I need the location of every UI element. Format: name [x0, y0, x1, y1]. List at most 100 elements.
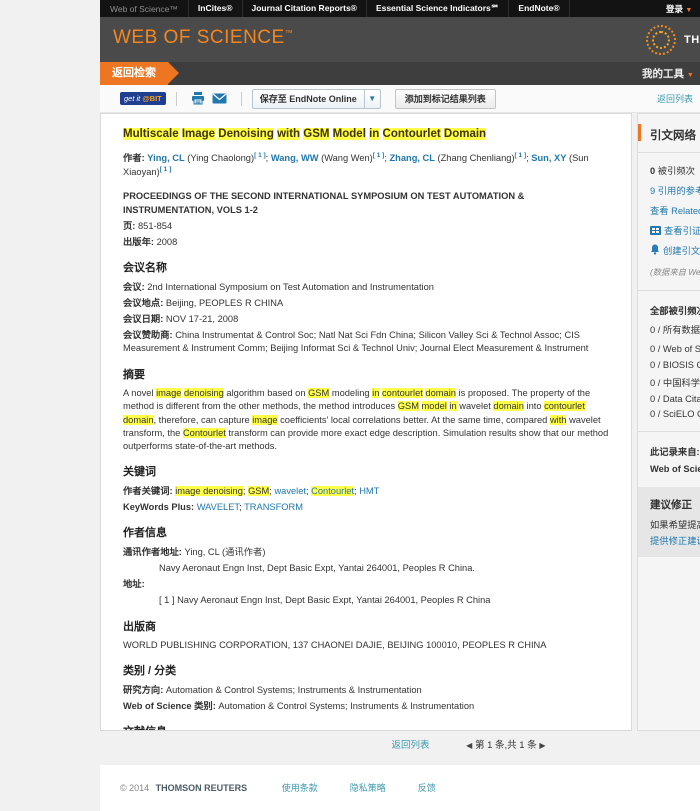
next-record-icon[interactable]: ▶: [539, 741, 545, 750]
field-row: 通讯作者地址: Ying, CL (通讯作者): [123, 546, 611, 559]
highlighted-term: in: [449, 401, 457, 412]
printer-icon: [191, 92, 204, 105]
back-to-list-link-bottom[interactable]: 返回列表: [391, 740, 429, 751]
section-heading-conference: 会议名称: [123, 262, 167, 275]
highlighted-word: with: [277, 128, 301, 140]
record-position: 第 1 条,共 1 条: [474, 740, 537, 751]
field-row: 出版年: 2008: [123, 236, 611, 249]
highlighted-term: GSM: [397, 401, 419, 412]
topbar-tab[interactable]: InCites®: [187, 0, 242, 17]
getit-bit-badge[interactable]: get it @BIT: [120, 92, 166, 105]
source-title: PROCEEDINGS OF THE SECOND INTERNATIONAL …: [123, 191, 525, 215]
citation-network-sidebar: 引文网络 0 被引频次 9 引用的参考文献 查看 Related Records…: [637, 113, 700, 731]
field-row: 会议日期: NOV 17-21, 2008: [123, 313, 611, 326]
field-label: 会议日期:: [123, 314, 164, 325]
chevron-down-icon[interactable]: ▼: [363, 89, 380, 108]
print-button[interactable]: [190, 91, 206, 107]
trademark-symbol: ™: [284, 28, 294, 38]
authors-label: 作者:: [123, 152, 145, 163]
login-menu[interactable]: 登录 ▼: [666, 3, 692, 15]
times-cited-value: 0: [650, 166, 656, 176]
suggest-correction-title: 建议修正: [650, 499, 692, 511]
author-link[interactable]: Zhang, CL: [390, 153, 435, 163]
field-label: 研究方向:: [123, 684, 164, 695]
highlighted-word: Denoising: [218, 128, 274, 140]
page-shell: Web of Science™ InCites® Journal Citation…: [100, 0, 700, 811]
footer-link[interactable]: 使用条款: [282, 783, 318, 793]
section-heading-categories: 类别 / 分类: [123, 665, 177, 678]
suggest-correction-link[interactable]: 提供修正建议。: [650, 533, 700, 547]
topbar-tab[interactable]: EndNote®: [508, 0, 570, 17]
field-label: 地址:: [123, 579, 145, 590]
field-row: 会议: 2nd International Symposium on Test …: [123, 281, 611, 294]
keyword-link[interactable]: HMT: [359, 486, 379, 496]
author-link[interactable]: Sun, XY: [531, 153, 566, 163]
back-to-list-link-top[interactable]: 返回列表: [657, 92, 693, 105]
field-value: Automation & Control Systems; Instrument…: [165, 684, 422, 695]
chevron-down-icon: ▼: [686, 72, 694, 79]
record-toolbar: get it @BIT 保存至 EndNote Online ▼ 添加到标记结果…: [100, 85, 700, 113]
my-tools-menu[interactable]: 我的工具 ▼: [632, 66, 700, 81]
field-label: 页:: [123, 220, 136, 231]
view-citation-map-link[interactable]: 查看引证关系图: [650, 223, 700, 237]
conference-rows: 会议: 2nd International Symposium on Test …: [123, 281, 611, 356]
back-to-search-tab[interactable]: 返回检索: [100, 62, 179, 85]
field-row: Navy Aeronaut Engn Inst, Dept Basic Expt…: [123, 562, 611, 575]
product-switch-bar: Web of Science™ InCites® Journal Citation…: [100, 0, 700, 17]
keywords-plus-list: WAVELET; TRANSFORM: [196, 502, 303, 513]
author-link[interactable]: Ying, CL: [147, 153, 184, 163]
section-heading-abstract: 摘要: [123, 368, 145, 381]
highlighted-term: with: [549, 414, 567, 425]
keyword-link[interactable]: WAVELET: [197, 502, 239, 512]
highlighted-word: Domain: [443, 128, 487, 140]
affiliation-superscript[interactable]: [ 1 ]: [515, 152, 527, 159]
citation-count-row: 0 / Web of Science™ 核心合集: [650, 344, 700, 354]
suggest-correction-text: 如果希望提高此记录的质量,请: [650, 520, 700, 530]
previous-record-icon[interactable]: ◀: [466, 741, 472, 750]
thomson-reuters-logo-icon: [645, 24, 676, 55]
field-label: 会议:: [123, 281, 145, 292]
sidebar-divider: [638, 290, 700, 291]
paper-title: Multiscale Image Denoising with GSM Mode…: [123, 126, 611, 144]
citation-map-icon: [650, 226, 661, 237]
topbar-tab[interactable]: Essential Science Indicators℠: [365, 0, 508, 17]
field-row: [ 1 ] Navy Aeronaut Engn Inst, Dept Basi…: [123, 594, 611, 607]
affiliation-superscript[interactable]: [ 1 ]: [160, 166, 172, 173]
highlighted-word: Contourlet: [382, 128, 441, 140]
email-button[interactable]: [212, 91, 228, 107]
add-to-marked-list-button[interactable]: 添加到标记结果列表: [394, 88, 496, 109]
pagination-row: 返回列表 ◀ 第 1 条,共 1 条 ▶: [100, 731, 700, 757]
topbar-tabs: InCites® Journal Citation Reports® Essenti…: [187, 0, 570, 17]
highlighted-term: Contourlet: [182, 427, 226, 438]
keyword-link[interactable]: wavelet: [274, 486, 306, 496]
login-label: 登录: [666, 3, 684, 14]
create-citation-alert-link[interactable]: 创建引文跟踪服务: [650, 243, 700, 257]
highlighted-keyword-link[interactable]: Contourlet: [311, 485, 355, 496]
authors-list: Ying, CL (Ying Chaolong)[ 1 ]; Wang, WW …: [123, 151, 589, 178]
keywords-plus-label: KeyWords Plus:: [123, 502, 195, 513]
highlighted-term: domain: [493, 401, 524, 412]
view-related-records-link[interactable]: 查看 Related Records: [650, 203, 700, 217]
keyword-link[interactable]: TRANSFORM: [244, 502, 303, 512]
highlighted-term: image: [252, 414, 278, 425]
affiliation-superscript[interactable]: [ 1 ]: [373, 152, 385, 159]
topbar-tab[interactable]: Journal Citation Reports®: [241, 0, 366, 17]
field-row: 研究方向: Automation & Control Systems; Inst…: [123, 684, 611, 697]
topbar-home-label[interactable]: Web of Science™: [100, 4, 188, 14]
highlighted-term: model: [421, 401, 447, 412]
affiliation-superscript[interactable]: [ 1 ]: [254, 152, 266, 159]
field-value: [ 1 ] Navy Aeronaut Engn Inst, Dept Basi…: [159, 595, 491, 606]
sidebar-divider: [638, 431, 700, 432]
save-to-endnote-dropdown[interactable]: 保存至 EndNote Online ▼: [251, 88, 381, 109]
author-link[interactable]: Wang, WW: [271, 153, 319, 163]
record-from-label: 此记录来自:: [650, 447, 700, 457]
footer-link[interactable]: 隐私策略: [350, 783, 386, 793]
cited-references-link[interactable]: 9 引用的参考文献: [650, 183, 700, 197]
citation-count-row: 0 / 所有数据库: [650, 325, 700, 335]
footer-link[interactable]: 反馈: [418, 783, 436, 793]
highlighted-term: GSM: [248, 485, 270, 496]
citation-count-row: 0 / SciELO Citation Index: [650, 409, 700, 419]
field-row: 页: 851-854: [123, 220, 611, 233]
field-row: 会议赞助商: China Instrumentat & Control Soc;…: [123, 329, 611, 355]
highlighted-term: image denoising: [175, 485, 243, 496]
